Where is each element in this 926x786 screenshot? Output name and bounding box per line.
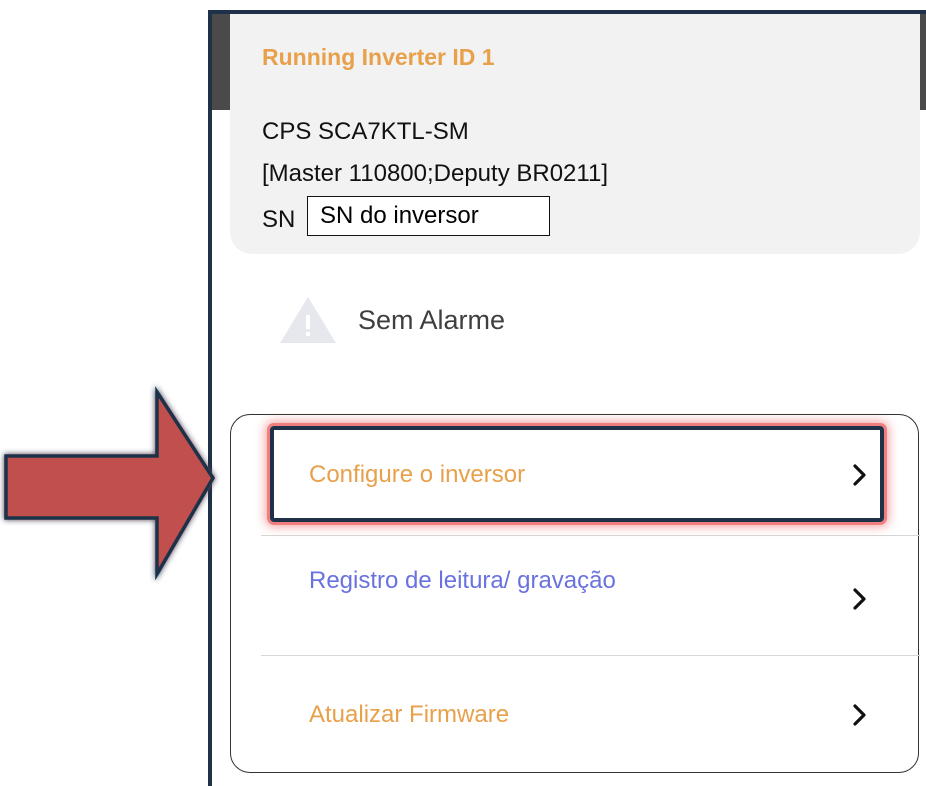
firmware-version: [Master 110800;Deputy BR0211] xyxy=(262,160,608,187)
menu-item-label: Registro de leitura/ gravação xyxy=(309,567,616,594)
inverter-model: CPS SCA7KTL-SM xyxy=(262,118,469,145)
stage: Running Inverter ID 1 CPS SCA7KTL-SM [Ma… xyxy=(0,0,926,786)
highlight-box xyxy=(270,426,884,522)
card-title: Running Inverter ID 1 xyxy=(262,44,495,70)
menu-item-label: Atualizar Firmware xyxy=(309,701,510,728)
sn-callout-box: SN do inversor xyxy=(307,196,550,236)
menu-item-update-firmware[interactable]: Atualizar Firmware xyxy=(231,655,918,773)
warning-triangle-icon xyxy=(280,297,336,343)
alarm-text: Sem Alarme xyxy=(358,305,506,335)
chevron-right-icon xyxy=(853,588,866,610)
sn-label: SN xyxy=(262,206,296,233)
chevron-right-icon xyxy=(853,704,866,726)
red-arrow-icon xyxy=(4,386,216,581)
menu-item-read-write-register[interactable]: Registro de leitura/ gravação xyxy=(231,535,918,655)
inverter-info-card: Running Inverter ID 1 CPS SCA7KTL-SM [Ma… xyxy=(230,14,920,254)
